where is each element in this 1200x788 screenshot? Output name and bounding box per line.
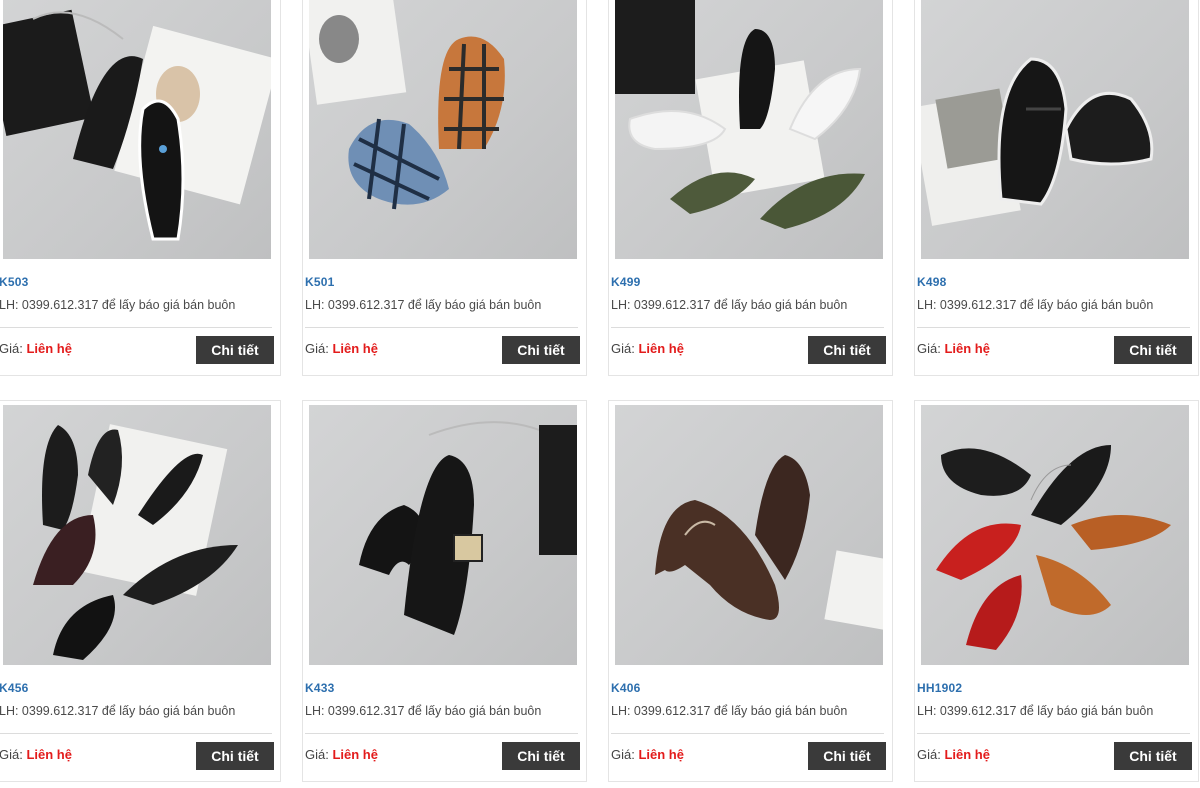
divider	[917, 327, 1190, 328]
detail-button[interactable]: Chi tiết	[502, 742, 580, 770]
product-contact: LH: 0399.612.317 để lấy báo giá bán buôn	[611, 704, 848, 718]
product-card: K503 LH: 0399.612.317 để lấy báo giá bán…	[0, 0, 281, 376]
product-image[interactable]	[309, 405, 577, 665]
product-card: K501 LH: 0399.612.317 để lấy báo giá bán…	[302, 0, 587, 376]
product-image[interactable]	[3, 0, 271, 259]
price-label: Giá:	[917, 747, 945, 762]
price-value: Liên hệ	[944, 747, 990, 762]
product-card: K499 LH: 0399.612.317 để lấy báo giá bán…	[608, 0, 893, 376]
detail-button[interactable]: Chi tiết	[808, 742, 886, 770]
detail-button[interactable]: Chi tiết	[1114, 742, 1192, 770]
product-image[interactable]	[615, 0, 883, 259]
product-card: K498 LH: 0399.612.317 để lấy báo giá bán…	[914, 0, 1199, 376]
product-code[interactable]: K456	[0, 681, 29, 695]
price-label: Giá:	[305, 747, 333, 762]
price-label: Giá:	[917, 341, 945, 356]
product-card: K433 LH: 0399.612.317 để lấy báo giá bán…	[302, 400, 587, 782]
product-card: K456 LH: 0399.612.317 để lấy báo giá bán…	[0, 400, 281, 782]
price-label: Giá:	[0, 341, 27, 356]
detail-button[interactable]: Chi tiết	[196, 742, 274, 770]
price-value: Liên hệ	[332, 747, 378, 762]
product-price: Giá: Liên hệ	[917, 747, 990, 762]
product-contact: LH: 0399.612.317 để lấy báo giá bán buôn	[0, 704, 236, 718]
product-contact: LH: 0399.612.317 để lấy báo giá bán buôn	[0, 298, 236, 312]
price-value: Liên hệ	[332, 341, 378, 356]
product-code[interactable]: K498	[917, 275, 947, 289]
product-code[interactable]: K503	[0, 275, 29, 289]
product-card: K406 LH: 0399.612.317 để lấy báo giá bán…	[608, 400, 893, 782]
product-code[interactable]: K499	[611, 275, 641, 289]
price-value: Liên hệ	[26, 747, 72, 762]
product-price: Giá: Liên hệ	[611, 747, 684, 762]
price-value: Liên hệ	[26, 341, 72, 356]
price-label: Giá:	[0, 747, 27, 762]
divider	[917, 733, 1190, 734]
product-grid: K503 LH: 0399.612.317 để lấy báo giá bán…	[0, 0, 1200, 788]
divider	[611, 733, 884, 734]
price-value: Liên hệ	[638, 341, 684, 356]
product-image[interactable]	[615, 405, 883, 665]
product-price: Giá: Liên hệ	[917, 341, 990, 356]
product-price: Giá: Liên hệ	[611, 341, 684, 356]
product-price: Giá: Liên hệ	[305, 747, 378, 762]
price-value: Liên hệ	[944, 341, 990, 356]
product-contact: LH: 0399.612.317 để lấy báo giá bán buôn	[305, 704, 542, 718]
price-label: Giá:	[611, 341, 639, 356]
product-price: Giá: Liên hệ	[0, 341, 72, 356]
price-label: Giá:	[611, 747, 639, 762]
detail-button[interactable]: Chi tiết	[196, 336, 274, 364]
product-contact: LH: 0399.612.317 để lấy báo giá bán buôn	[917, 298, 1154, 312]
product-card: HH1902 LH: 0399.612.317 để lấy báo giá b…	[914, 400, 1199, 782]
divider	[0, 733, 272, 734]
product-code[interactable]: K433	[305, 681, 335, 695]
detail-button[interactable]: Chi tiết	[808, 336, 886, 364]
product-code[interactable]: K406	[611, 681, 641, 695]
divider	[305, 733, 578, 734]
product-price: Giá: Liên hệ	[0, 747, 72, 762]
product-code[interactable]: HH1902	[917, 681, 962, 695]
product-image[interactable]	[921, 405, 1189, 665]
product-price: Giá: Liên hệ	[305, 341, 378, 356]
product-contact: LH: 0399.612.317 để lấy báo giá bán buôn	[305, 298, 542, 312]
product-contact: LH: 0399.612.317 để lấy báo giá bán buôn	[917, 704, 1154, 718]
product-contact: LH: 0399.612.317 để lấy báo giá bán buôn	[611, 298, 848, 312]
detail-button[interactable]: Chi tiết	[502, 336, 580, 364]
divider	[611, 327, 884, 328]
divider	[0, 327, 272, 328]
price-label: Giá:	[305, 341, 333, 356]
product-code[interactable]: K501	[305, 275, 335, 289]
price-value: Liên hệ	[638, 747, 684, 762]
product-image[interactable]	[309, 0, 577, 259]
product-image[interactable]	[3, 405, 271, 665]
detail-button[interactable]: Chi tiết	[1114, 336, 1192, 364]
product-image[interactable]	[921, 0, 1189, 259]
divider	[305, 327, 578, 328]
